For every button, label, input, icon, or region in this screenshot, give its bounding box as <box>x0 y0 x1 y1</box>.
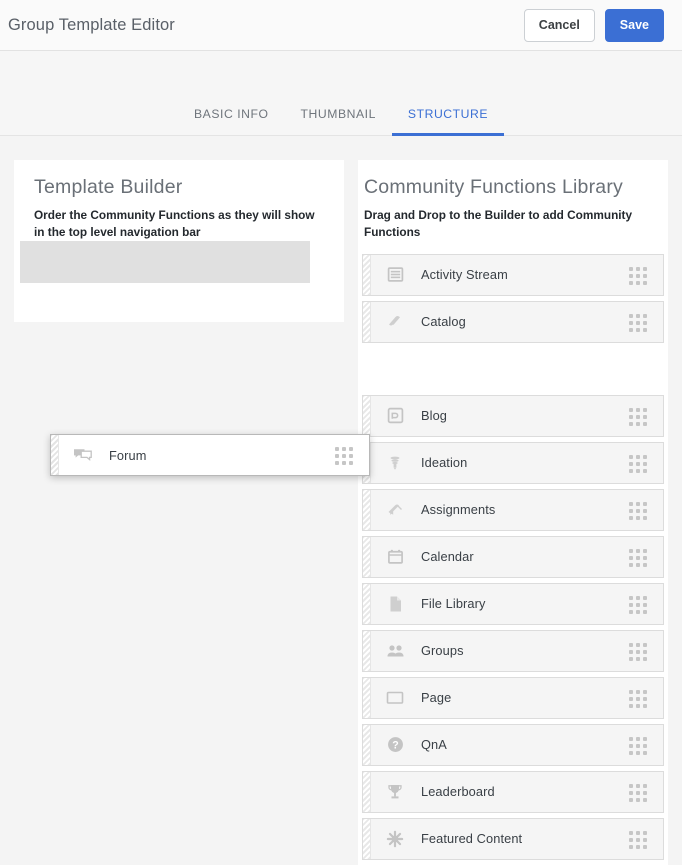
lightbulb-icon <box>381 454 409 472</box>
drag-source-gap <box>362 348 664 395</box>
list-item-label: QnA <box>421 737 447 753</box>
drag-handle-icon[interactable] <box>629 830 649 849</box>
list-item-label: File Library <box>421 596 486 612</box>
groups-icon <box>381 643 409 659</box>
drag-handle-icon[interactable] <box>629 689 649 708</box>
drag-handle-icon[interactable] <box>335 447 355 465</box>
svg-text:?: ? <box>392 740 398 752</box>
tab-thumbnail[interactable]: THUMBNAIL <box>285 107 392 136</box>
drag-handle-icon[interactable] <box>629 454 649 473</box>
list-item[interactable]: Page <box>362 676 664 719</box>
content-area: Template Builder Order the Community Fun… <box>0 136 682 865</box>
list-item-label: Assignments <box>421 502 496 518</box>
library-title: Community Functions Library <box>364 176 623 198</box>
save-button[interactable]: Save <box>604 8 664 42</box>
list-item[interactable]: Catalog <box>362 300 664 343</box>
drag-handle-icon[interactable] <box>629 642 649 661</box>
list-item[interactable]: Featured Content <box>362 817 664 860</box>
list-item-label: Groups <box>421 643 464 659</box>
drag-handle-icon[interactable] <box>629 783 649 802</box>
drag-grip[interactable] <box>363 677 371 718</box>
starburst-icon <box>381 830 409 848</box>
list-item-label: Blog <box>421 408 448 424</box>
drag-grip[interactable] <box>363 489 371 530</box>
dragging-card-label: Forum <box>109 447 147 463</box>
drag-grip[interactable] <box>363 630 371 671</box>
question-icon: ? <box>381 736 409 753</box>
list-item-label: Page <box>421 690 452 706</box>
list-item-label: Activity Stream <box>421 267 508 283</box>
page-title: Group Template Editor <box>8 15 175 34</box>
drop-placeholder[interactable] <box>20 241 310 283</box>
list-item[interactable]: Assignments <box>362 488 664 531</box>
drag-grip[interactable] <box>363 724 371 765</box>
drag-grip[interactable] <box>363 395 371 436</box>
blog-icon <box>381 407 409 424</box>
assignments-icon <box>381 501 409 519</box>
drag-grip[interactable] <box>363 771 371 812</box>
drag-grip[interactable] <box>51 435 59 475</box>
drag-grip[interactable] <box>363 301 371 342</box>
page-icon <box>381 690 409 705</box>
tab-bar: BASIC INFO THUMBNAIL STRUCTURE <box>0 51 682 136</box>
functions-library-panel: Community Functions Library Drag and Dro… <box>358 160 668 865</box>
trophy-icon <box>381 783 409 801</box>
list-item-label: Ideation <box>421 455 468 471</box>
drag-grip[interactable] <box>363 254 371 295</box>
app-header: Group Template Editor Cancel Save <box>0 0 682 51</box>
builder-title: Template Builder <box>34 176 183 198</box>
list-item[interactable]: ? QnA <box>362 723 664 766</box>
header-actions: Cancel Save <box>523 8 664 42</box>
library-subtitle: Drag and Drop to the Builder to add Comm… <box>364 208 633 239</box>
cancel-button[interactable]: Cancel <box>523 8 595 42</box>
list-item[interactable]: Ideation <box>362 441 664 484</box>
dragging-card-forum[interactable]: Forum <box>50 434 370 476</box>
forum-icon <box>69 447 97 463</box>
builder-subtitle: Order the Community Functions as they wi… <box>34 208 315 239</box>
list-item[interactable]: Calendar <box>362 535 664 578</box>
drag-handle-icon[interactable] <box>629 548 649 567</box>
list-item[interactable]: File Library <box>362 582 664 625</box>
drag-grip[interactable] <box>363 583 371 624</box>
list-item-label: Calendar <box>421 549 474 565</box>
drag-grip[interactable] <box>363 818 371 859</box>
list-item-label: Leaderboard <box>421 784 495 800</box>
activity-stream-icon <box>381 266 409 283</box>
drag-handle-icon[interactable] <box>629 266 649 285</box>
list-item-label: Featured Content <box>421 831 523 847</box>
drag-handle-icon[interactable] <box>629 501 649 520</box>
list-item[interactable]: Leaderboard <box>362 770 664 813</box>
list-item-label: Catalog <box>421 314 466 330</box>
drag-handle-icon[interactable] <box>629 595 649 614</box>
file-icon <box>381 595 409 613</box>
drag-handle-icon[interactable] <box>629 736 649 755</box>
calendar-icon <box>381 548 409 565</box>
tab-structure[interactable]: STRUCTURE <box>391 107 505 136</box>
drag-grip[interactable] <box>363 536 371 577</box>
catalog-icon <box>381 313 409 331</box>
list-item[interactable]: Groups <box>362 629 664 672</box>
tab-basic-info[interactable]: BASIC INFO <box>178 107 285 136</box>
list-item[interactable]: Blog <box>362 394 664 437</box>
list-item[interactable]: Activity Stream <box>362 253 664 296</box>
drag-handle-icon[interactable] <box>629 313 649 332</box>
drag-handle-icon[interactable] <box>629 407 649 426</box>
